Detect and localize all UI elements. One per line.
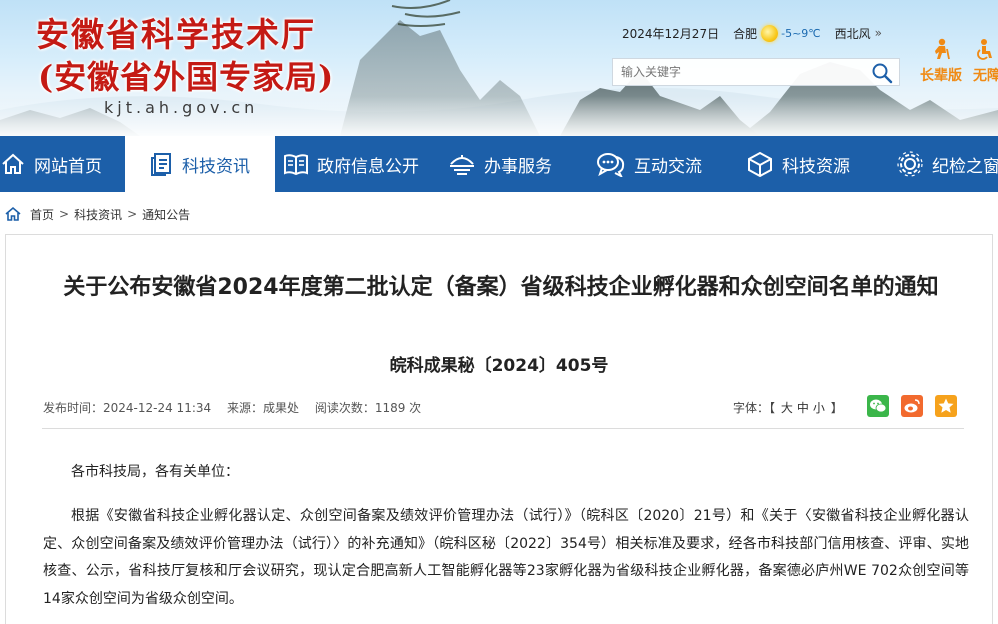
nav-item-label: 科技资讯: [182, 156, 250, 177]
weather-bar: 2024年12月27日 合肥 -5~9℃ 西北风 »: [622, 24, 882, 42]
star-icon: [938, 398, 954, 413]
nav-item-resources[interactable]: 科技资源: [746, 136, 850, 192]
weibo-icon: [904, 399, 920, 413]
double-chevron-icon[interactable]: »: [875, 26, 882, 40]
elder-icon: [935, 38, 950, 60]
nav-item-label: 互动交流: [634, 156, 702, 177]
article-meta: 发布时间：2024-12-24 11:34 来源：成果处 阅读次数：1189 次: [43, 399, 433, 416]
breadcrumb-home[interactable]: 首页: [30, 206, 54, 223]
nav-item-label: 网站首页: [34, 156, 102, 177]
publish-time: 发布时间：2024-12-24 11:34: [43, 401, 212, 415]
view-count: 阅读次数：1189 次: [314, 401, 422, 415]
font-size-medium[interactable]: 中: [797, 401, 809, 415]
document-number: 皖科成果秘〔2024〕405号: [389, 356, 609, 376]
site-subtitle: (安徽省外国专家局): [38, 58, 335, 96]
site-domain: kjt.ah.gov.cn: [104, 98, 259, 117]
font-size-small[interactable]: 小: [813, 401, 825, 415]
care-mode-link[interactable]: 长辈版: [918, 38, 964, 85]
article-body: 根据《安徽省科技企业孵化器认定、众创空间备案及绩效评价管理办法（试行）》（皖科区…: [43, 508, 969, 607]
font-size-control: 字体：【 大中小 】: [733, 401, 843, 415]
document-icon: [151, 153, 171, 176]
nav-item-discipline[interactable]: 纪检之窗: [896, 136, 998, 192]
share-qzone-button[interactable]: [935, 395, 957, 417]
breadcrumb-separator: >: [127, 207, 138, 221]
book-icon: [284, 154, 308, 176]
nav-item-label: 政府信息公开: [317, 156, 419, 177]
care-mode-label: 长辈版: [920, 68, 962, 84]
divider: [42, 428, 964, 429]
article-greeting: 各市科技局，各有关单位：: [71, 464, 239, 480]
breadcrumb: 首页 > 科技资讯 > 通知公告: [4, 204, 190, 224]
article-panel: 关于公布安徽省2024年度第二批认定（备案）省级科技企业孵化器和众创空间名单的通…: [5, 234, 993, 624]
accessibility-label: 无障: [973, 68, 998, 84]
weather-wind: 西北风: [834, 26, 871, 41]
accessibility-link[interactable]: 无障: [973, 38, 998, 85]
weather-temp: -5~9℃: [781, 26, 821, 40]
breadcrumb-notices[interactable]: 通知公告: [142, 206, 190, 223]
site-title: 安徽省科学技术厅: [36, 15, 316, 54]
font-size-large[interactable]: 大: [781, 401, 793, 415]
search-input[interactable]: [613, 59, 879, 85]
wechat-icon: [870, 399, 887, 413]
home-icon: [2, 153, 24, 174]
home-icon: [5, 206, 21, 221]
nav-item-label: 办事服务: [484, 156, 552, 177]
cube-icon: [748, 151, 772, 177]
nav-item-home[interactable]: 网站首页: [0, 136, 124, 192]
accessibility-icon: [977, 39, 992, 60]
nav-item-tech-news[interactable]: 科技资讯: [125, 136, 275, 192]
breadcrumb-tech-news[interactable]: 科技资讯: [74, 206, 122, 223]
search-icon[interactable]: [871, 62, 893, 84]
article-source: 来源：成果处: [226, 401, 299, 415]
service-icon: [450, 155, 474, 175]
current-date: 2024年12月27日: [622, 26, 720, 41]
breadcrumb-separator: >: [59, 207, 70, 221]
nav-item-services[interactable]: 办事服务: [448, 136, 552, 192]
header-banner: 安徽省科学技术厅 (安徽省外国专家局) kjt.ah.gov.cn 2024年1…: [0, 0, 998, 136]
nav-item-interaction[interactable]: 互动交流: [596, 136, 702, 192]
chat-icon: [597, 153, 625, 177]
share-weibo-button[interactable]: [901, 395, 923, 417]
gear-icon: [897, 151, 923, 177]
share-wechat-button[interactable]: [867, 395, 889, 417]
nav-item-gov-info[interactable]: 政府信息公开: [283, 136, 419, 192]
main-nav: 网站首页 科技资讯 政府信息公开 办事服务 互动交流 科技资源 纪检之窗: [0, 136, 998, 192]
font-size-label: 字体：: [733, 401, 770, 415]
weather-city: 合肥: [733, 26, 758, 41]
search-box: [612, 58, 900, 86]
sun-icon: [761, 24, 779, 42]
nav-item-label: 科技资源: [782, 156, 850, 177]
nav-item-label: 纪检之窗: [932, 156, 998, 177]
article-title: 关于公布安徽省2024年度第二批认定（备案）省级科技企业孵化器和众创空间名单的通…: [63, 275, 939, 300]
